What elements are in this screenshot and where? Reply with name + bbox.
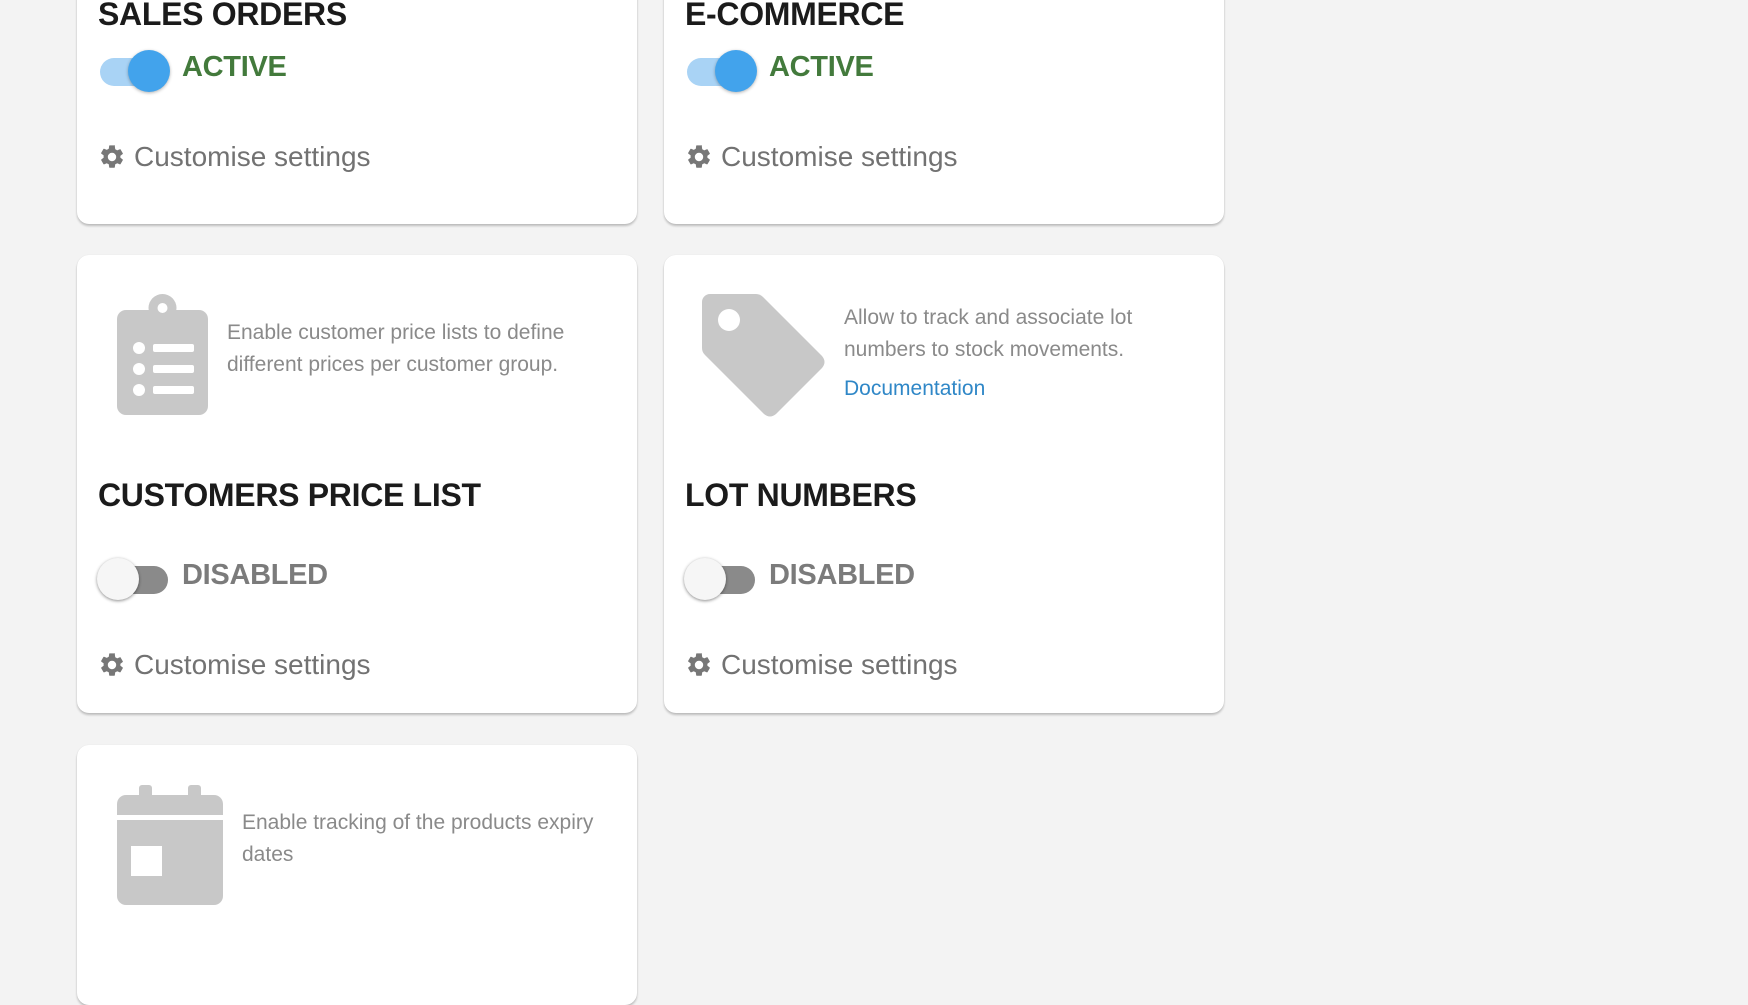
module-toggle-switch[interactable] (685, 45, 757, 92)
tag-icon (702, 294, 825, 417)
clipboard-list-icon (117, 294, 208, 415)
documentation-link[interactable]: Documentation (844, 377, 985, 401)
switch-thumb (715, 50, 757, 92)
gear-icon (688, 653, 710, 676)
gear-icon (688, 145, 710, 168)
customise-settings-link[interactable]: Customise settings (685, 141, 958, 173)
customise-settings-link[interactable]: Customise settings (98, 649, 371, 681)
gear-icon (101, 145, 123, 168)
module-title: CUSTOMERS PRICE LIST (98, 477, 481, 513)
customise-settings-link[interactable]: Customise settings (685, 649, 958, 681)
module-title: SALES ORDERS (98, 0, 347, 32)
module-card-lot-numbers: Allow to track and associate lot numbers… (664, 255, 1224, 713)
switch-thumb (128, 50, 170, 92)
module-toggle-switch[interactable] (98, 45, 170, 92)
switch-thumb (684, 558, 726, 600)
customise-settings-label: Customise settings (721, 141, 958, 172)
module-toggle-switch[interactable] (684, 553, 757, 600)
module-title: LOT NUMBERS (685, 477, 917, 513)
switch-thumb (97, 558, 139, 600)
module-title: E-COMMERCE (685, 0, 905, 32)
module-description: Allow to track and associate lot numbers… (844, 306, 1133, 361)
module-description: Enable customer price lists to define di… (227, 321, 565, 376)
module-toggle-row: DISABLED (97, 551, 328, 600)
customise-settings-label: Customise settings (134, 141, 371, 172)
customise-settings-label: Customise settings (134, 649, 371, 680)
module-card-sales-orders: SALES ORDERS ACTIVE Customise settings (77, 0, 637, 224)
module-status: DISABLED (769, 558, 915, 591)
module-card-customers-price-list: Enable customer price lists to define di… (77, 255, 637, 713)
module-card-expiry-dates: Enable tracking of the products expiry d… (77, 745, 637, 1005)
customise-settings-label: Customise settings (721, 649, 958, 680)
module-description: Enable tracking of the products expiry d… (242, 811, 594, 866)
module-status: ACTIVE (769, 50, 874, 83)
module-toggle-switch[interactable] (97, 553, 170, 600)
module-toggle-row: ACTIVE (685, 43, 874, 92)
customise-settings-link[interactable]: Customise settings (98, 141, 371, 173)
module-toggle-row: ACTIVE (98, 43, 287, 92)
calendar-icon (117, 785, 223, 905)
module-card-ecommerce: E-COMMERCE ACTIVE Customise settings (664, 0, 1224, 224)
module-status: DISABLED (182, 558, 328, 591)
module-status: ACTIVE (182, 50, 287, 83)
module-toggle-row: DISABLED (684, 551, 915, 600)
gear-icon (101, 653, 123, 676)
